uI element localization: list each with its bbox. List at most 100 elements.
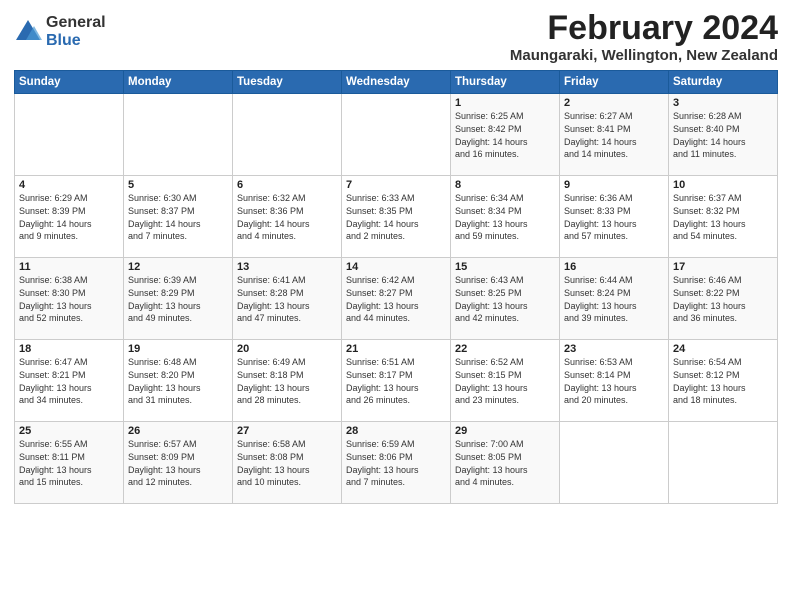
day-number-w1-d4: 8 bbox=[455, 179, 555, 191]
day-number-w3-d6: 24 bbox=[673, 343, 773, 355]
cell-w3-d4: 22Sunrise: 6:52 AM Sunset: 8:15 PM Dayli… bbox=[451, 340, 560, 422]
day-number-w4-d0: 25 bbox=[19, 425, 119, 437]
cell-w2-d0: 11Sunrise: 6:38 AM Sunset: 8:30 PM Dayli… bbox=[15, 258, 124, 340]
col-friday: Friday bbox=[560, 71, 669, 94]
day-info-w0-d6: Sunrise: 6:28 AM Sunset: 8:40 PM Dayligh… bbox=[673, 110, 773, 160]
day-info-w1-d1: Sunrise: 6:30 AM Sunset: 8:37 PM Dayligh… bbox=[128, 192, 228, 242]
day-number-w1-d6: 10 bbox=[673, 179, 773, 191]
cell-w3-d5: 23Sunrise: 6:53 AM Sunset: 8:14 PM Dayli… bbox=[560, 340, 669, 422]
day-number-w3-d0: 18 bbox=[19, 343, 119, 355]
day-info-w4-d0: Sunrise: 6:55 AM Sunset: 8:11 PM Dayligh… bbox=[19, 438, 119, 488]
day-number-w1-d3: 7 bbox=[346, 179, 446, 191]
day-info-w4-d1: Sunrise: 6:57 AM Sunset: 8:09 PM Dayligh… bbox=[128, 438, 228, 488]
cell-w1-d0: 4Sunrise: 6:29 AM Sunset: 8:39 PM Daylig… bbox=[15, 176, 124, 258]
day-number-w1-d2: 6 bbox=[237, 179, 337, 191]
cell-w4-d4: 29Sunrise: 7:00 AM Sunset: 8:05 PM Dayli… bbox=[451, 422, 560, 504]
cell-w0-d4: 1Sunrise: 6:25 AM Sunset: 8:42 PM Daylig… bbox=[451, 94, 560, 176]
cell-w4-d3: 28Sunrise: 6:59 AM Sunset: 8:06 PM Dayli… bbox=[342, 422, 451, 504]
day-info-w0-d5: Sunrise: 6:27 AM Sunset: 8:41 PM Dayligh… bbox=[564, 110, 664, 160]
cell-w1-d6: 10Sunrise: 6:37 AM Sunset: 8:32 PM Dayli… bbox=[669, 176, 778, 258]
cell-w1-d4: 8Sunrise: 6:34 AM Sunset: 8:34 PM Daylig… bbox=[451, 176, 560, 258]
cell-w4-d6 bbox=[669, 422, 778, 504]
cell-w2-d3: 14Sunrise: 6:42 AM Sunset: 8:27 PM Dayli… bbox=[342, 258, 451, 340]
cell-w2-d4: 15Sunrise: 6:43 AM Sunset: 8:25 PM Dayli… bbox=[451, 258, 560, 340]
day-info-w3-d5: Sunrise: 6:53 AM Sunset: 8:14 PM Dayligh… bbox=[564, 356, 664, 406]
week-row-2: 11Sunrise: 6:38 AM Sunset: 8:30 PM Dayli… bbox=[15, 258, 778, 340]
cell-w4-d2: 27Sunrise: 6:58 AM Sunset: 8:08 PM Dayli… bbox=[233, 422, 342, 504]
day-number-w4-d3: 28 bbox=[346, 425, 446, 437]
col-saturday: Saturday bbox=[669, 71, 778, 94]
day-info-w2-d0: Sunrise: 6:38 AM Sunset: 8:30 PM Dayligh… bbox=[19, 274, 119, 324]
day-info-w4-d3: Sunrise: 6:59 AM Sunset: 8:06 PM Dayligh… bbox=[346, 438, 446, 488]
day-info-w3-d1: Sunrise: 6:48 AM Sunset: 8:20 PM Dayligh… bbox=[128, 356, 228, 406]
cell-w4-d0: 25Sunrise: 6:55 AM Sunset: 8:11 PM Dayli… bbox=[15, 422, 124, 504]
cell-w3-d3: 21Sunrise: 6:51 AM Sunset: 8:17 PM Dayli… bbox=[342, 340, 451, 422]
day-number-w2-d4: 15 bbox=[455, 261, 555, 273]
day-info-w3-d6: Sunrise: 6:54 AM Sunset: 8:12 PM Dayligh… bbox=[673, 356, 773, 406]
calendar-table: Sunday Monday Tuesday Wednesday Thursday… bbox=[14, 70, 778, 504]
cell-w1-d1: 5Sunrise: 6:30 AM Sunset: 8:37 PM Daylig… bbox=[124, 176, 233, 258]
day-info-w3-d4: Sunrise: 6:52 AM Sunset: 8:15 PM Dayligh… bbox=[455, 356, 555, 406]
cell-w3-d1: 19Sunrise: 6:48 AM Sunset: 8:20 PM Dayli… bbox=[124, 340, 233, 422]
day-number-w2-d6: 17 bbox=[673, 261, 773, 273]
day-info-w3-d3: Sunrise: 6:51 AM Sunset: 8:17 PM Dayligh… bbox=[346, 356, 446, 406]
header-row: Sunday Monday Tuesday Wednesday Thursday… bbox=[15, 71, 778, 94]
cell-w4-d1: 26Sunrise: 6:57 AM Sunset: 8:09 PM Dayli… bbox=[124, 422, 233, 504]
day-number-w2-d0: 11 bbox=[19, 261, 119, 273]
day-number-w2-d1: 12 bbox=[128, 261, 228, 273]
day-number-w1-d0: 4 bbox=[19, 179, 119, 191]
col-wednesday: Wednesday bbox=[342, 71, 451, 94]
cell-w1-d2: 6Sunrise: 6:32 AM Sunset: 8:36 PM Daylig… bbox=[233, 176, 342, 258]
day-number-w2-d2: 13 bbox=[237, 261, 337, 273]
day-number-w0-d6: 3 bbox=[673, 97, 773, 109]
calendar-page: General Blue February 2024 Maungaraki, W… bbox=[0, 0, 792, 612]
col-monday: Monday bbox=[124, 71, 233, 94]
day-info-w2-d4: Sunrise: 6:43 AM Sunset: 8:25 PM Dayligh… bbox=[455, 274, 555, 324]
cell-w2-d5: 16Sunrise: 6:44 AM Sunset: 8:24 PM Dayli… bbox=[560, 258, 669, 340]
calendar-title: February 2024 bbox=[510, 10, 778, 47]
day-number-w1-d1: 5 bbox=[128, 179, 228, 191]
day-number-w0-d5: 2 bbox=[564, 97, 664, 109]
week-row-4: 25Sunrise: 6:55 AM Sunset: 8:11 PM Dayli… bbox=[15, 422, 778, 504]
cell-w2-d6: 17Sunrise: 6:46 AM Sunset: 8:22 PM Dayli… bbox=[669, 258, 778, 340]
cell-w0-d5: 2Sunrise: 6:27 AM Sunset: 8:41 PM Daylig… bbox=[560, 94, 669, 176]
day-info-w4-d4: Sunrise: 7:00 AM Sunset: 8:05 PM Dayligh… bbox=[455, 438, 555, 488]
day-info-w2-d2: Sunrise: 6:41 AM Sunset: 8:28 PM Dayligh… bbox=[237, 274, 337, 324]
day-info-w3-d2: Sunrise: 6:49 AM Sunset: 8:18 PM Dayligh… bbox=[237, 356, 337, 406]
day-number-w3-d3: 21 bbox=[346, 343, 446, 355]
col-tuesday: Tuesday bbox=[233, 71, 342, 94]
day-info-w4-d2: Sunrise: 6:58 AM Sunset: 8:08 PM Dayligh… bbox=[237, 438, 337, 488]
logo-general: General bbox=[46, 14, 106, 32]
title-block: February 2024 Maungaraki, Wellington, Ne… bbox=[510, 10, 778, 64]
day-info-w2-d3: Sunrise: 6:42 AM Sunset: 8:27 PM Dayligh… bbox=[346, 274, 446, 324]
day-number-w4-d2: 27 bbox=[237, 425, 337, 437]
day-info-w1-d2: Sunrise: 6:32 AM Sunset: 8:36 PM Dayligh… bbox=[237, 192, 337, 242]
cell-w0-d3 bbox=[342, 94, 451, 176]
col-thursday: Thursday bbox=[451, 71, 560, 94]
day-number-w1-d5: 9 bbox=[564, 179, 664, 191]
header: General Blue February 2024 Maungaraki, W… bbox=[14, 10, 778, 64]
day-number-w3-d4: 22 bbox=[455, 343, 555, 355]
day-number-w0-d4: 1 bbox=[455, 97, 555, 109]
cell-w0-d6: 3Sunrise: 6:28 AM Sunset: 8:40 PM Daylig… bbox=[669, 94, 778, 176]
cell-w0-d0 bbox=[15, 94, 124, 176]
cell-w4-d5 bbox=[560, 422, 669, 504]
day-number-w2-d5: 16 bbox=[564, 261, 664, 273]
calendar-header: Sunday Monday Tuesday Wednesday Thursday… bbox=[15, 71, 778, 94]
day-info-w2-d1: Sunrise: 6:39 AM Sunset: 8:29 PM Dayligh… bbox=[128, 274, 228, 324]
logo: General Blue bbox=[14, 14, 106, 49]
cell-w3-d0: 18Sunrise: 6:47 AM Sunset: 8:21 PM Dayli… bbox=[15, 340, 124, 422]
logo-text: General Blue bbox=[46, 14, 106, 49]
day-info-w2-d6: Sunrise: 6:46 AM Sunset: 8:22 PM Dayligh… bbox=[673, 274, 773, 324]
calendar-subtitle: Maungaraki, Wellington, New Zealand bbox=[510, 47, 778, 64]
week-row-3: 18Sunrise: 6:47 AM Sunset: 8:21 PM Dayli… bbox=[15, 340, 778, 422]
cell-w2-d1: 12Sunrise: 6:39 AM Sunset: 8:29 PM Dayli… bbox=[124, 258, 233, 340]
day-info-w1-d0: Sunrise: 6:29 AM Sunset: 8:39 PM Dayligh… bbox=[19, 192, 119, 242]
day-info-w1-d5: Sunrise: 6:36 AM Sunset: 8:33 PM Dayligh… bbox=[564, 192, 664, 242]
day-number-w4-d1: 26 bbox=[128, 425, 228, 437]
cell-w0-d2 bbox=[233, 94, 342, 176]
cell-w3-d6: 24Sunrise: 6:54 AM Sunset: 8:12 PM Dayli… bbox=[669, 340, 778, 422]
day-number-w4-d4: 29 bbox=[455, 425, 555, 437]
day-number-w3-d5: 23 bbox=[564, 343, 664, 355]
day-info-w3-d0: Sunrise: 6:47 AM Sunset: 8:21 PM Dayligh… bbox=[19, 356, 119, 406]
